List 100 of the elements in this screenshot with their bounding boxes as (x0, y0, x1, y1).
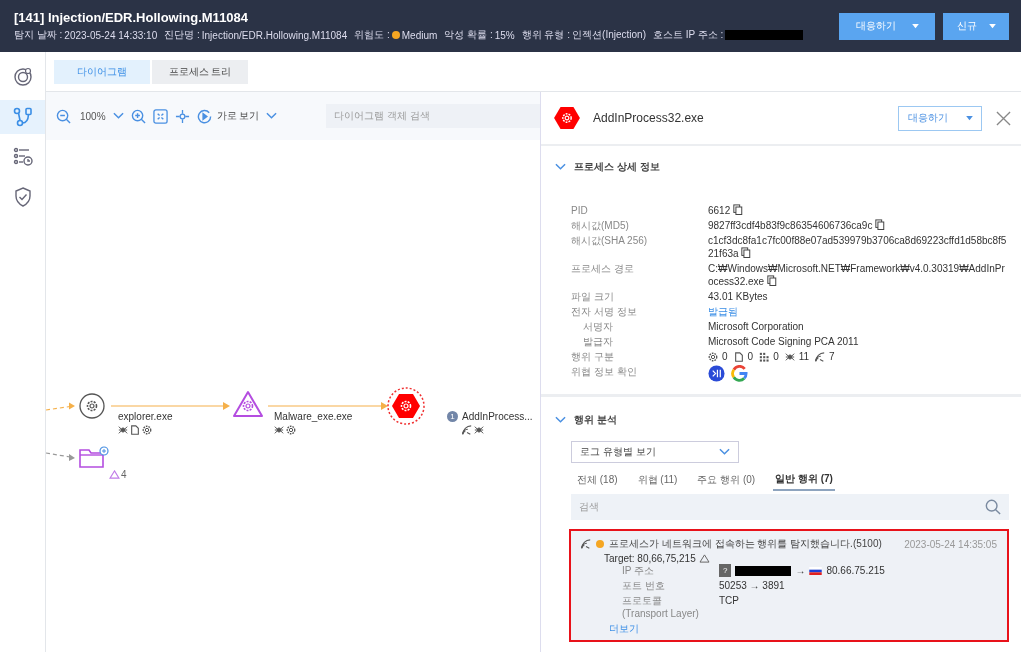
detail-value: 50253 → 3891 (719, 579, 786, 592)
gear-icon (708, 351, 718, 362)
signal-icon (462, 425, 472, 435)
chevron-down-icon[interactable] (555, 163, 566, 171)
filter-tab[interactable]: 위협 (11) (635, 470, 680, 491)
diagram-icon (12, 107, 33, 127)
log-type-select[interactable]: 로그 유형별 보기 (571, 441, 739, 463)
chevron-down-icon[interactable] (112, 112, 124, 120)
view-tab[interactable]: 프로세스 트리 (152, 59, 248, 84)
detail-value: TCP (719, 594, 740, 608)
field-value: Microsoft Corporation (708, 321, 804, 332)
node-label: Malware_exe.exe (274, 411, 353, 422)
signal-icon (815, 351, 826, 362)
shield-icon (12, 187, 33, 207)
node-label: explorer.exe (118, 411, 173, 422)
intel-service-icon[interactable] (708, 365, 725, 382)
field-label: 해시값(SHA 256) (571, 234, 649, 248)
zoom-out-icon[interactable] (56, 108, 71, 124)
folder-node[interactable] (79, 446, 109, 468)
event-card[interactable]: 프로세스가 네트워크에 접속하는 행위를 탐지했습니다.(5100) 2023-05-24 14:35:05 Target: 80,66,75,215 IP 주소 ? → 80.66.75.215 포트 번호 50253 → 3891 프로토콜(Transport Layer) TCP 더보기 (569, 529, 1009, 642)
field-label: 위협 정보 확인 (571, 365, 638, 379)
process-hexagon-icon (553, 106, 581, 130)
event-message: 프로세스가 네트워크에 접속하는 행위를 탐지했습니다.(5100) (609, 537, 882, 551)
copy-icon[interactable] (766, 275, 777, 286)
respond-button[interactable]: 대응하기 (898, 105, 982, 131)
triangle-icon[interactable] (698, 554, 710, 563)
gear-icon (286, 425, 296, 435)
fit-screen-icon[interactable] (152, 108, 168, 124)
behavior-count: 0 (773, 350, 779, 363)
detail-label: IP 주소 (622, 564, 656, 577)
rotate-icon[interactable] (196, 108, 212, 124)
filter-tab[interactable]: 주요 행위 (0) (695, 470, 758, 491)
view-mode-label[interactable]: 가로 보기 (216, 109, 260, 123)
filter-tab[interactable]: 전체 (18) (575, 470, 620, 491)
meta-label: 악성 확률 : (444, 28, 493, 42)
detail-value: 80.66.75.215 (826, 564, 885, 577)
behavior-count: 0 (747, 350, 754, 363)
file-icon (733, 351, 744, 362)
alert-title: [141] Injection/EDR.Hollowing.M11084 (14, 10, 250, 25)
section-title[interactable]: 행위 분석 (574, 413, 617, 427)
field-value: Microsoft Code Signing PCA 2011 (708, 336, 859, 347)
meta-value: Injection/EDR.Hollowing.M11084 (201, 29, 348, 41)
dashed-arrow (46, 402, 75, 411)
detail-label: 포트 번호 (622, 579, 666, 592)
meta-label: 호스트 IP 주소 : (652, 28, 724, 42)
meta-value: 2023-05-24 14:33:10 (64, 29, 158, 41)
field-label: 프로세스 경로 (571, 262, 635, 276)
grid-icon (759, 351, 770, 362)
close-icon[interactable] (996, 110, 1011, 126)
caret-icon (911, 23, 919, 29)
copy-icon[interactable] (875, 219, 886, 230)
process-node[interactable] (79, 393, 105, 419)
field-value: 9827ff3cdf4b83f9c86354606736ca9c (708, 220, 886, 231)
detail-label: 프로토콜(Transport Layer) (622, 594, 700, 620)
field-label: 발급자 (582, 335, 614, 348)
triangle-icon (109, 470, 120, 479)
field-value: C:₩Windows₩Microsoft.NET₩Framework₩v4.0.30319₩AddInProcess32.exe (708, 263, 1005, 287)
multicolor-ring-icon[interactable] (731, 365, 748, 382)
meta-label: 위험도 : (354, 28, 390, 42)
malware-node[interactable] (233, 391, 263, 417)
unknown-badge: ? (719, 564, 732, 577)
file-icon (130, 425, 140, 435)
arrow-text: → (795, 564, 806, 577)
status-link[interactable]: 발급됨 (708, 306, 738, 317)
copy-icon[interactable] (733, 204, 744, 215)
field-label: 파일 크기 (571, 290, 615, 303)
sidebar-item[interactable] (0, 100, 45, 134)
chevron-down-icon[interactable] (555, 416, 566, 424)
meta-label: 행위 유형 : (521, 28, 571, 42)
process-title: AddInProcess32.exe (593, 111, 704, 125)
chevron-down-icon[interactable] (266, 112, 278, 120)
zoom-in-icon[interactable] (130, 108, 146, 124)
chevron-down-icon (719, 448, 730, 456)
target-node[interactable] (387, 387, 425, 425)
field-value: 43.01 KBytes (708, 291, 768, 302)
dashed-arrow (46, 452, 75, 461)
spider-icon (274, 425, 284, 435)
caret-icon (988, 23, 996, 29)
behavior-count: 11 (798, 350, 810, 363)
section-title[interactable]: 프로세스 상세 정보 (574, 160, 660, 174)
field-label: 전자 서명 정보 (571, 305, 638, 318)
copy-icon[interactable] (741, 247, 752, 258)
filter-tab[interactable]: 일반 행위 (7) (773, 470, 835, 491)
event-target: Target: 80,66,75,215 (604, 553, 696, 564)
badge-icon (12, 67, 33, 87)
gear-icon (142, 425, 152, 435)
caret-icon (965, 115, 973, 121)
zoom-level: 100% (80, 110, 106, 122)
folder-count: 4 (121, 469, 127, 480)
move-icon[interactable] (174, 108, 190, 124)
node-label: AddInProcess... (462, 411, 533, 422)
field-value: c1cf3dc8fa1c7fc00f88e07ad539979b3706ca8d69223cffd1d58bc8f521f63a (708, 235, 1007, 259)
field-label: PID (571, 204, 589, 217)
event-time: 2023-05-24 14:35:05 (904, 538, 997, 550)
behavior-count: 0 (722, 350, 728, 363)
field-label: 해시값(MD5) (571, 219, 630, 232)
spider-icon (784, 351, 795, 362)
count-badge: 1 (447, 411, 458, 422)
search-icon[interactable] (985, 499, 1001, 515)
meta-label: 탐지 날짜 : (14, 28, 63, 42)
